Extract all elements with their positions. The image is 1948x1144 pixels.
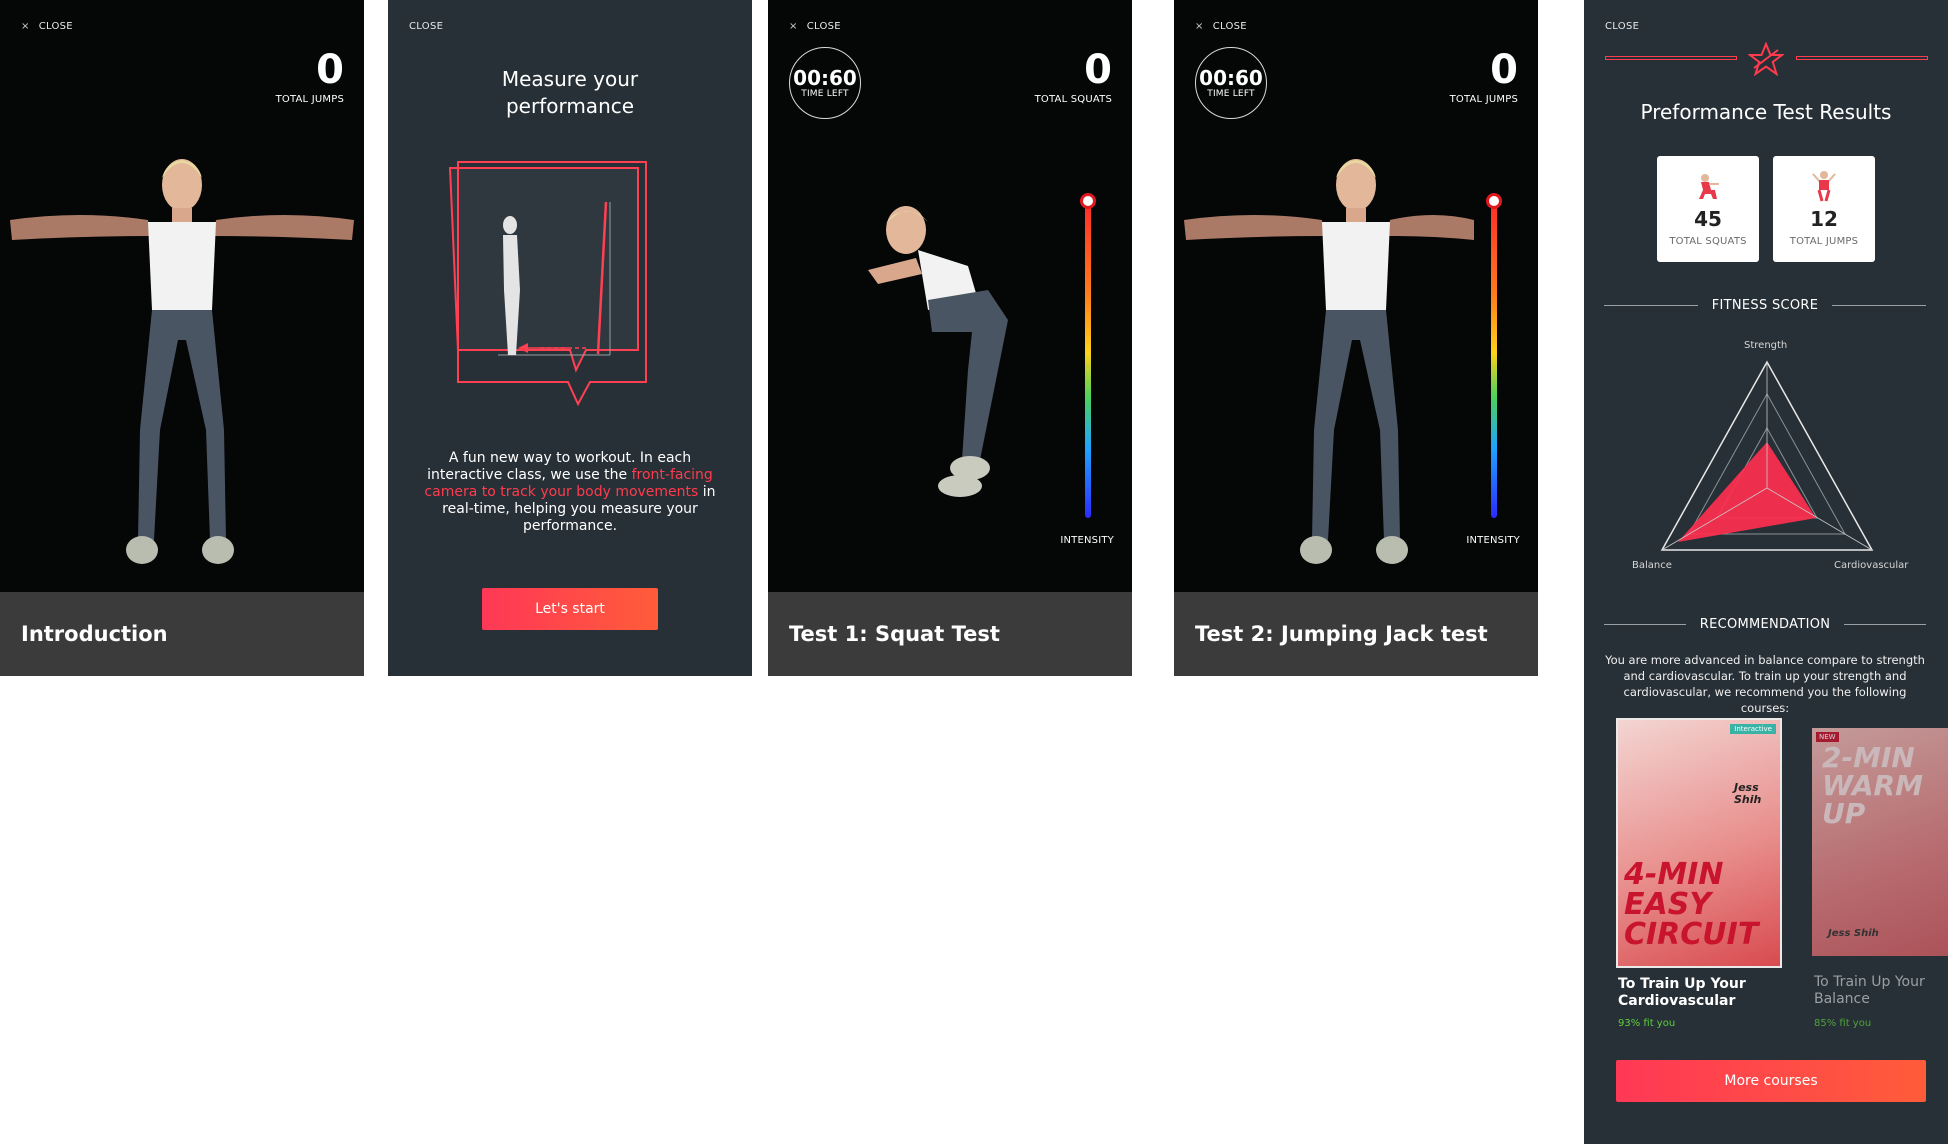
course-fit-cardio: 93% fit you: [1618, 1018, 1676, 1029]
caption-bar: Test 2: Jumping Jack test: [1174, 592, 1538, 676]
lets-start-button[interactable]: Let's start: [482, 588, 658, 630]
caption-bar: Introduction: [0, 592, 364, 676]
close-button[interactable]: × CLOSE: [1195, 21, 1247, 32]
jump-count: 0: [1490, 47, 1518, 93]
radar-label-cardiovascular: Cardiovascular: [1834, 560, 1909, 571]
intensity-label: INTENSITY: [1466, 535, 1520, 546]
caption-bar: Test 1: Squat Test: [768, 592, 1132, 676]
countdown-timer: 00:60 TIME LEFT: [1195, 47, 1267, 119]
intensity-meter: [1491, 200, 1497, 518]
course-title-balance: To Train Up Your Balance: [1814, 974, 1925, 1007]
divider: [1844, 624, 1926, 625]
camera-position-illustration: [448, 161, 647, 407]
header-rule-left: [1605, 56, 1737, 60]
description-text: A fun new way to workout. In each intera…: [412, 450, 728, 535]
course-coach: Jess Shih: [1734, 781, 1762, 806]
timer-value: 00:60: [1199, 66, 1263, 90]
jump-count-label: TOTAL JUMPS: [275, 94, 344, 105]
fitness-radar-chart: [1660, 360, 1874, 551]
close-icon: ×: [1195, 21, 1204, 32]
more-courses-button[interactable]: More courses: [1616, 1060, 1926, 1102]
intensity-knob[interactable]: [1486, 193, 1502, 209]
course-fit-balance: 85% fit you: [1814, 1018, 1872, 1029]
timer-label: TIME LEFT: [801, 89, 849, 99]
squat-counter: 0 TOTAL SQUATS: [1035, 50, 1112, 105]
course-card-balance[interactable]: NEW 2-MIN WARM UP Jess Shih: [1812, 728, 1948, 956]
squat-total-value: 45: [1694, 207, 1722, 231]
jump-counter: 0 TOTAL JUMPS: [276, 50, 344, 105]
squat-total-label: TOTAL SQUATS: [1669, 236, 1747, 247]
athlete-squatting-figure: [868, 206, 1008, 497]
header-rule-right: [1796, 56, 1928, 60]
close-label: CLOSE: [1212, 21, 1247, 32]
close-button[interactable]: × CLOSE: [789, 21, 841, 32]
course-tag: Interactive: [1730, 724, 1776, 734]
course-coach: Jess Shih: [1828, 928, 1879, 939]
page-title: Preformance Test Results: [1640, 100, 1892, 124]
athlete-jumping-figure: [10, 159, 354, 564]
close-icon: ×: [789, 21, 798, 32]
star-badge-icon: [1748, 42, 1784, 76]
recommendation-title: RECOMMENDATION: [1699, 617, 1831, 632]
total-jumps-card: 12 TOTAL JUMPS: [1773, 156, 1875, 262]
divider: [1604, 624, 1686, 625]
countdown-timer: 00:60 TIME LEFT: [789, 47, 861, 119]
caption-title: Test 1: Squat Test: [789, 622, 1000, 646]
total-squats-card: 45 TOTAL SQUATS: [1657, 156, 1759, 262]
course-title-cardio: To Train Up Your Cardiovascular: [1618, 976, 1746, 1009]
squat-test-panel: × CLOSE 00:60 TIME LEFT 0 TOTAL SQUATS I…: [768, 0, 1132, 676]
jump-total-label: TOTAL JUMPS: [1789, 236, 1859, 247]
measure-panel: CLOSE Measure your performance A fun new…: [388, 0, 752, 676]
close-label: CLOSE: [1605, 21, 1640, 32]
title-line-1: Measure your: [501, 67, 639, 91]
recommendation-heading: RECOMMENDATION: [1604, 617, 1926, 632]
intensity-label: INTENSITY: [1060, 535, 1114, 546]
intensity-knob[interactable]: [1080, 193, 1096, 209]
jumping-jack-test-panel: × CLOSE 00:60 TIME LEFT 0 TOTAL JUMPS IN…: [1174, 0, 1538, 676]
timer-value: 00:60: [793, 66, 857, 90]
caption-title: Test 2: Jumping Jack test: [1195, 622, 1488, 646]
intensity-meter: [1085, 200, 1091, 518]
radar-label-balance: Balance: [1632, 560, 1672, 571]
jump-counter: 0 TOTAL JUMPS: [1450, 50, 1518, 105]
course-poster-text: 2-MIN WARM UP: [1822, 741, 1923, 830]
title-line-2: performance: [505, 94, 635, 118]
close-button[interactable]: CLOSE: [1605, 21, 1639, 32]
results-panel: CLOSE Preformance Test Results 45 TOTAL …: [1584, 0, 1948, 1144]
squat-icon: [1699, 174, 1719, 199]
recommendation-text: You are more advanced in balance compare…: [1605, 653, 1925, 715]
close-label: CLOSE: [38, 21, 73, 32]
jump-total-value: 12: [1810, 207, 1838, 231]
close-button[interactable]: × CLOSE: [21, 21, 73, 32]
close-button[interactable]: CLOSE: [409, 21, 443, 32]
jump-icon: [1812, 171, 1836, 202]
jump-count-label: TOTAL JUMPS: [1449, 94, 1518, 105]
timer-label: TIME LEFT: [1207, 89, 1255, 99]
intro-panel: × CLOSE 0 TOTAL JUMPS Introduction: [0, 0, 364, 676]
page-title: Measure your performance: [388, 66, 752, 120]
course-card-cardio[interactable]: Interactive Jess Shih 4-MIN EASY CIRCUIT: [1616, 718, 1782, 968]
caption-title: Introduction: [21, 622, 168, 646]
close-label: CLOSE: [409, 21, 444, 32]
athlete-jumping-figure: [1184, 159, 1474, 564]
close-icon: ×: [21, 21, 30, 32]
squat-count-label: TOTAL SQUATS: [1034, 94, 1112, 105]
fitness-score-title: FITNESS SCORE: [1711, 298, 1819, 313]
fitness-score-area: [1678, 442, 1816, 542]
radar-label-strength: Strength: [1744, 340, 1788, 351]
squat-count: 0: [1084, 47, 1112, 93]
course-poster-text: 4-MIN EASY CIRCUIT: [1624, 857, 1759, 952]
fitness-score-heading: FITNESS SCORE: [1604, 298, 1927, 313]
divider: [1832, 305, 1927, 306]
divider: [1604, 305, 1698, 306]
close-label: CLOSE: [806, 21, 841, 32]
jump-count: 0: [316, 47, 344, 93]
